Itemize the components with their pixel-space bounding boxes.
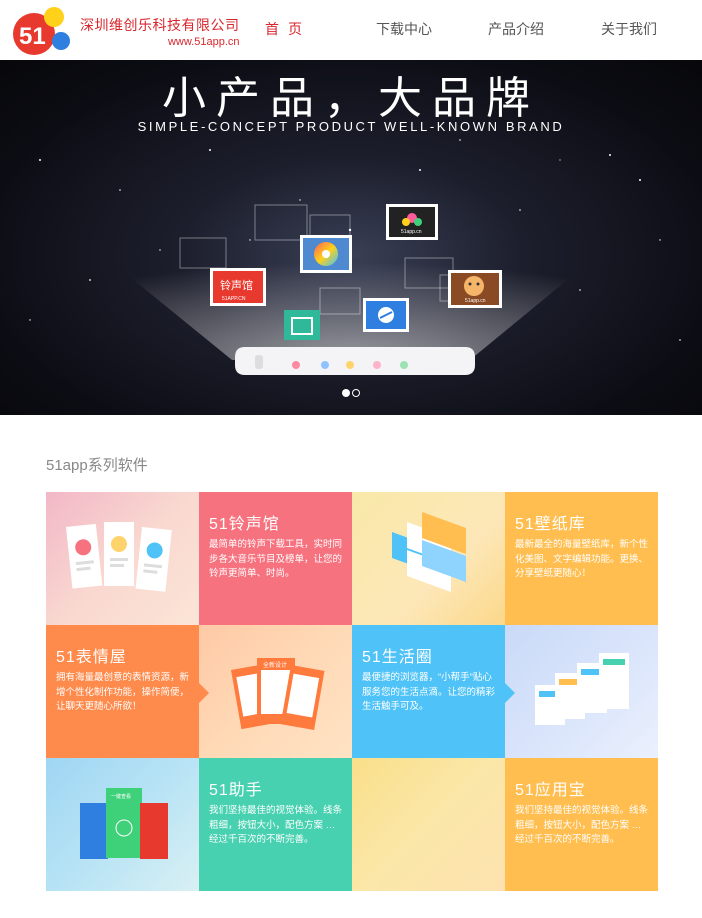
ringtone-phones-image [66, 522, 172, 592]
product-grid: 51铃声馆 最简单的铃声下载工具，实时同步各大音乐节目及榜单，让您的铃声更简单、… [46, 492, 659, 891]
carousel-dot-1[interactable] [342, 389, 350, 397]
life-tile [363, 298, 409, 332]
emoji-tile: 51app.cn [448, 270, 502, 308]
product-card-appstore[interactable]: 51应用宝 我们坚持最佳的视觉体验。线条粗细，按钮大小，配色方案 … 经过千百次… [505, 758, 658, 891]
color-wheel-tile [300, 235, 352, 273]
emoji-tile-url: 51app.cn [465, 298, 486, 304]
wallpaper-tile: 51app.cn [386, 204, 438, 240]
product-card-wallpaper[interactable]: 51壁纸库 最新最全的海量壁纸库，新个性化美图、文字编辑功能。更换、分享壁纸更随… [505, 492, 658, 625]
store-tile [284, 310, 320, 340]
product-card-ringtone[interactable]: 51铃声馆 最简单的铃声下载工具，实时同步各大音乐节目及榜单，让您的铃声更简单、… [199, 492, 352, 625]
product-name: 51壁纸库 [515, 516, 586, 533]
wallpaper-tile-url: 51app.cn [401, 229, 422, 235]
carousel-dots [342, 384, 362, 397]
site-header: 51 深圳维创乐科技有限公司 www.51app.cn 首页 下载中心 产品介绍… [0, 0, 702, 60]
banner-title: 小产品，大品牌 [162, 74, 540, 123]
hero-banner[interactable]: 铃声馆 51APP.CN 51app.cn 51app.cn 小产品，大品牌 S… [0, 60, 702, 415]
life-preview[interactable] [505, 625, 658, 758]
ringtone-tile-label: 铃声馆 [220, 278, 253, 292]
product-name: 51应用宝 [515, 782, 586, 799]
ringtone-tile-url: 51APP.CN [222, 296, 246, 302]
ringtone-preview[interactable] [46, 492, 199, 625]
assistant-phones-image: 一键查看 [80, 788, 168, 859]
product-description: 我们坚持最佳的视觉体验。线条粗细，按钮大小，配色方案 … 经过千百次的不断完善。 [209, 805, 343, 845]
product-description: 最便捷的浏览器，“小帮手”贴心服务您的生活点滴。让您的精彩生活触手可及。 [362, 672, 496, 712]
nav-download-center[interactable]: 下载中心 [376, 19, 432, 39]
product-name: 51助手 [209, 782, 263, 799]
emoji-phone-label: 全新设计 [263, 661, 287, 669]
banner-subtitle: SIMPLE-CONCEPT PRODUCT WELL-KNOWN BRAND [137, 119, 565, 134]
assistant-phone-label: 一键查看 [111, 793, 131, 800]
product-description: 最简单的铃声下载工具，实时同步各大音乐节目及榜单，让您的铃声更简单、时尚。 [209, 539, 343, 579]
product-name: 51生活圈 [362, 649, 433, 666]
ringtone-tile: 铃声馆 51APP.CN [210, 268, 266, 306]
emoji-preview[interactable]: 全新设计 [199, 625, 352, 758]
product-description: 我们坚持最佳的视觉体验。线条粗细，按钮大小，配色方案 … 经过千百次的不断完善。 [515, 805, 649, 845]
life-phones-image [535, 653, 629, 725]
product-card-life[interactable]: 51生活圈 最便捷的浏览器，“小帮手”贴心服务您的生活点滴。让您的精彩生活触手可… [352, 625, 505, 758]
nav-home[interactable]: 首页 [265, 19, 311, 39]
nav-about-us[interactable]: 关于我们 [601, 19, 657, 39]
product-card-assistant[interactable]: 51助手 我们坚持最佳的视觉体验。线条粗细，按钮大小，配色方案 … 经过千百次的… [199, 758, 352, 891]
wallpaper-phones-image [392, 512, 466, 593]
product-description: 最新最全的海量壁纸库，新个性化美图、文字编辑功能。更换、分享壁纸更随心！ [515, 539, 649, 579]
product-name: 51表情屋 [56, 649, 127, 666]
carousel-dot-2[interactable] [352, 389, 360, 397]
main-nav: 首页 下载中心 产品介绍 关于我们 [0, 19, 702, 39]
assistant-preview[interactable]: 一键查看 [46, 758, 199, 891]
wallpaper-preview[interactable] [352, 492, 505, 625]
nav-products[interactable]: 产品介绍 [488, 19, 544, 39]
section-title: 51app系列软件 [46, 457, 148, 474]
emoji-phones-image: 全新设计 [231, 658, 325, 730]
appstore-preview[interactable] [352, 758, 505, 891]
product-description: 拥有海量最创意的表情资源，新增个性化制作功能，操作简便，让聊天更随心所欲！ [56, 672, 190, 712]
product-card-emoji[interactable]: 51表情屋 拥有海量最创意的表情资源，新增个性化制作功能，操作简便，让聊天更随心… [46, 625, 199, 758]
phone-mockup [235, 347, 475, 375]
product-name: 51铃声馆 [209, 516, 280, 533]
